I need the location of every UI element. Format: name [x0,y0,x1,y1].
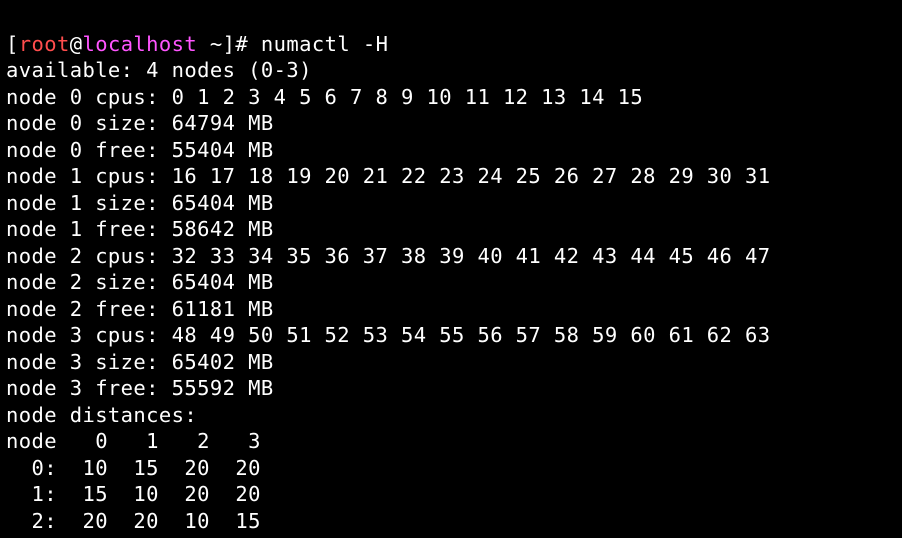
output-distances-header: node distances: [6,403,197,427]
prompt-hash: # [235,32,260,56]
output-node0-free: node 0 free: 55404 MB [6,138,274,162]
prompt-space [197,32,210,56]
output-node3-free: node 3 free: 55592 MB [6,376,274,400]
output-available: available: 4 nodes (0-3) [6,58,312,82]
output-node3-size: node 3 size: 65402 MB [6,350,274,374]
prompt-close-bracket: ] [223,32,236,56]
output-distances-row0: 0: 10 15 20 20 [6,456,261,480]
prompt-host: localhost [82,32,197,56]
output-node0-size: node 0 size: 64794 MB [6,111,274,135]
output-node0-cpus: node 0 cpus: 0 1 2 3 4 5 6 7 8 9 10 11 1… [6,85,643,109]
command-text: numactl -H [261,32,388,56]
prompt-line: [root@localhost ~]# numactl -H [6,32,388,56]
prompt-user: root [19,32,70,56]
output-node2-free: node 2 free: 61181 MB [6,297,274,321]
output-node3-cpus: node 3 cpus: 48 49 50 51 52 53 54 55 56 … [6,323,771,347]
output-distances-columns: node 0 1 2 3 [6,429,261,453]
output-node2-cpus: node 2 cpus: 32 33 34 35 36 37 38 39 40 … [6,244,771,268]
output-distances-row2: 2: 20 20 10 15 [6,509,261,533]
output-node1-free: node 1 free: 58642 MB [6,217,274,241]
prompt-path: ~ [210,32,223,56]
prompt-open-bracket: [ [6,32,19,56]
prompt-at: @ [70,32,83,56]
terminal-output[interactable]: [root@localhost ~]# numactl -H available… [0,0,902,538]
output-node1-cpus: node 1 cpus: 16 17 18 19 20 21 22 23 24 … [6,164,771,188]
output-node2-size: node 2 size: 65404 MB [6,270,274,294]
output-distances-row1: 1: 15 10 20 20 [6,482,261,506]
output-node1-size: node 1 size: 65404 MB [6,191,274,215]
